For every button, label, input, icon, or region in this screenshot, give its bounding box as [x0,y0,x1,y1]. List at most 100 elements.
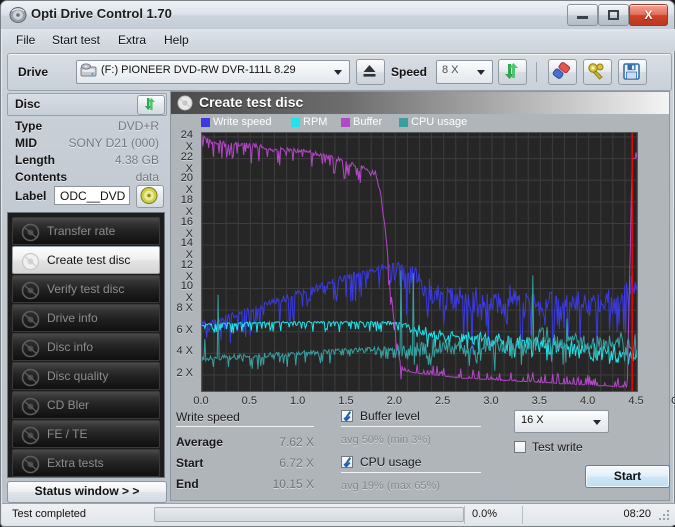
chart-x-tick-label: 0.5 [241,395,257,407]
stat-start-value: 6.72 X [279,456,314,470]
title-bar[interactable]: Opti Drive Control 1.70 X [1,1,674,29]
cd-disc-icon [140,187,158,204]
nav-item-label: Verify test disc [47,282,125,296]
menu-help[interactable]: Help [158,32,195,49]
nav-item-extra-tests[interactable]: Extra tests [12,449,160,477]
nav-item-verify-test-disc[interactable]: Verify test disc [12,275,160,303]
progress-bar [154,507,464,522]
floppy-save-icon [623,63,640,80]
minimize-button[interactable] [567,4,598,26]
chart-y-tick-label: 10 X [180,280,193,305]
eject-button[interactable] [356,59,385,85]
nav-item-label: Extra tests [47,456,104,470]
write-speed-select[interactable]: 16 X [514,410,609,433]
nav-item-label: CD Bler [47,398,90,412]
disc-label-key: Label [15,189,47,203]
cpu-usage-label[interactable]: CPU usage [360,455,421,469]
chart-y-tick-label: 8 X [176,302,193,315]
nav-item-create-test-disc[interactable]: Create test disc [12,246,160,274]
chart-x-tick-label: 4.0 [580,395,596,407]
close-button[interactable]: X [629,4,668,26]
menu-start-test[interactable]: Start test [46,32,106,49]
eraser-icon [552,62,571,79]
chevron-down-icon [477,70,485,75]
speed-select[interactable]: 8 X [436,60,493,84]
disc-icon [21,397,40,416]
legend-swatch [291,118,300,127]
erase-button[interactable] [548,59,577,85]
nav-item-label: FE / TE [47,427,88,441]
disc-row-length-key: Length [15,153,55,167]
save-button[interactable] [618,59,647,85]
legend-label: RPM [303,116,328,128]
test-nav-panel: Transfer rate Create test disc Verify te… [7,212,165,478]
legend-swatch [201,118,210,127]
chart-y-tick-label: 2 X [176,367,193,379]
disc-row-contents-key: Contents [15,170,67,184]
legend-swatch [399,118,408,127]
eject-icon [363,65,376,77]
cpu-usage-note: avg 19% (max 65%) [341,480,441,492]
status-window-button-label: Status window > > [34,484,140,498]
disc-properties-button[interactable] [136,185,164,208]
cpu-usage-checkbox[interactable] [341,456,353,468]
nav-item-label: Disc quality [47,369,109,383]
write-speed-chart [201,132,638,392]
disc-row-mid-key: MID [15,136,37,150]
start-button[interactable]: Start [585,465,670,488]
drive-select[interactable]: (F:) PIONEER DVD-RW DVR-111L 8.29 [76,60,350,84]
test-write-label[interactable]: Test write [532,440,583,454]
nav-item-disc-quality[interactable]: Disc quality [12,362,160,390]
refresh-drive-button[interactable] [498,59,527,85]
chart-y-tick-label: 24 X [180,129,193,153]
menu-extra[interactable]: Extra [112,32,152,49]
menu-bar: File Start test Extra Help [2,29,675,51]
status-window-button[interactable]: Status window > > [7,481,167,503]
close-icon: X [644,8,653,22]
panel-title: Create test disc [199,94,304,110]
chart-y-tick-label: 16 X [180,215,193,240]
chart-x-tick-label: 4.5 [628,395,644,407]
chart-canvas [202,133,637,391]
nav-item-fe-te[interactable]: FE / TE [12,420,160,448]
disc-header: Disc [7,93,167,116]
disc-label-input[interactable]: ODC__DVD [54,186,130,205]
window-title: Opti Drive Control 1.70 [31,6,172,21]
buffer-level-label[interactable]: Buffer level [360,409,420,423]
app-window: Opti Drive Control 1.70 X File Start tes… [0,0,675,527]
disc-icon [21,310,40,329]
progress-percent: 0.0% [472,508,498,520]
refresh-icon [144,98,155,110]
maximize-button[interactable] [598,4,629,26]
refresh-icon [505,63,518,79]
status-divider [464,506,465,524]
write-speed-select-value: 16 X [521,414,544,426]
nav-item-cd-bler[interactable]: CD Bler [12,391,160,419]
drive-label: Drive [18,65,49,79]
nav-item-label: Transfer rate [47,224,116,238]
nav-item-drive-info[interactable]: Drive info [12,304,160,332]
buffer-level-note: avg 50% (min 3%) [341,434,431,446]
menu-file[interactable]: File [10,32,41,49]
wrench-icon [588,63,604,80]
disc-label-row: Label ODC__DVD [7,185,165,208]
config-button[interactable] [583,59,612,85]
chart-x-tick-label: 0.0 [193,395,209,407]
cpu-usage-rule [341,472,481,473]
buffer-level-checkbox[interactable] [341,410,353,422]
legend-swatch [341,118,350,127]
chart-y-tick-label: 12 X [180,258,193,283]
nav-item-label: Disc info [47,340,94,354]
refresh-disc-button[interactable] [137,95,165,115]
nav-item-disc-info[interactable]: Disc info [12,333,160,361]
buffer-level-rule [341,426,481,427]
resize-grip[interactable] [659,510,671,522]
test-write-checkbox[interactable] [514,441,526,453]
toolbar-divider [536,62,537,82]
disc-icon [21,223,40,242]
speed-label: Speed [391,65,428,79]
nav-item-label: Drive info [47,311,98,325]
nav-item-transfer-rate[interactable]: Transfer rate [12,217,160,245]
stat-end-value: 10.15 X [272,477,314,491]
disc-icon [21,339,40,358]
